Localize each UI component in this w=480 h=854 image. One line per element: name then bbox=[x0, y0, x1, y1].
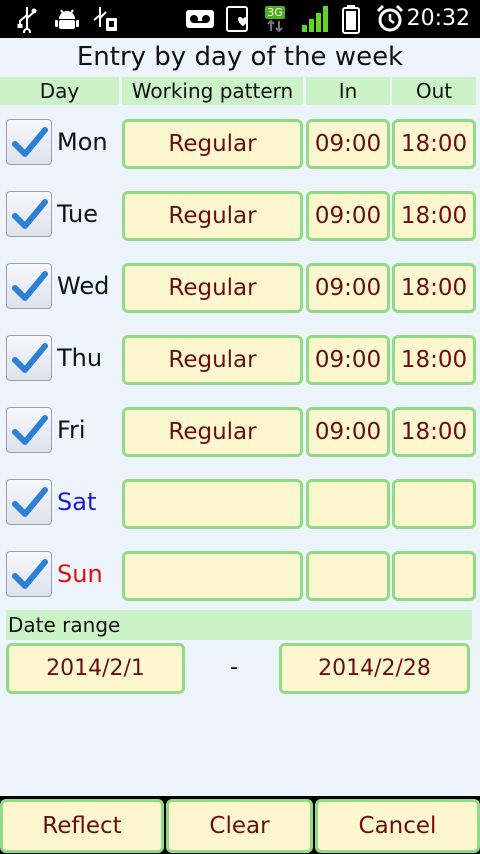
battery-icon bbox=[338, 0, 364, 38]
alarm-icon bbox=[374, 0, 406, 38]
end-date-button[interactable]: 2014/2/28 bbox=[279, 643, 470, 694]
header-out: Out bbox=[392, 77, 476, 105]
reflect-button[interactable]: Reflect bbox=[0, 799, 164, 853]
day-checkbox-6[interactable] bbox=[6, 551, 52, 597]
day-checkbox-4[interactable] bbox=[6, 407, 52, 453]
header-in: In bbox=[306, 77, 390, 105]
working-pattern-button-sat[interactable] bbox=[122, 479, 303, 529]
day-label-tue: Tue bbox=[57, 200, 98, 228]
working-pattern-button-mon[interactable]: Regular bbox=[122, 119, 303, 169]
voicemail-icon bbox=[184, 0, 216, 38]
start-date-button[interactable]: 2014/2/1 bbox=[6, 643, 185, 694]
checkmark-icon bbox=[12, 199, 48, 229]
checkmark-icon bbox=[12, 559, 48, 589]
date-range-separator: - bbox=[230, 655, 238, 680]
in-time-button-sun[interactable] bbox=[306, 551, 390, 601]
in-time-button-fri[interactable]: 09:00 bbox=[306, 407, 390, 457]
day-checkbox-0[interactable] bbox=[6, 119, 52, 165]
in-time-button-mon[interactable]: 09:00 bbox=[306, 119, 390, 169]
notification-heart-icon bbox=[224, 0, 254, 38]
day-checkbox-5[interactable] bbox=[6, 479, 52, 525]
working-pattern-button-tue[interactable]: Regular bbox=[122, 191, 303, 241]
working-pattern-button-fri[interactable]: Regular bbox=[122, 407, 303, 457]
day-label-sat: Sat bbox=[57, 488, 97, 516]
day-label-thu: Thu bbox=[57, 344, 103, 372]
usb-icon bbox=[14, 0, 40, 38]
checkmark-icon bbox=[12, 127, 48, 157]
status-bar: 3G 20:32 bbox=[0, 0, 480, 38]
in-time-button-thu[interactable]: 09:00 bbox=[306, 335, 390, 385]
out-time-button-sun[interactable] bbox=[392, 551, 476, 601]
date-range-label: Date range bbox=[6, 610, 472, 640]
network-3g-icon: 3G bbox=[260, 0, 290, 38]
working-pattern-button-thu[interactable]: Regular bbox=[122, 335, 303, 385]
signal-icon bbox=[298, 0, 332, 38]
clear-button[interactable]: Clear bbox=[166, 799, 313, 853]
out-time-button-fri[interactable]: 18:00 bbox=[392, 407, 476, 457]
day-label-wed: Wed bbox=[57, 272, 110, 300]
header-day: Day bbox=[0, 77, 119, 105]
out-time-button-sat[interactable] bbox=[392, 479, 476, 529]
out-time-button-tue[interactable]: 18:00 bbox=[392, 191, 476, 241]
day-label-fri: Fri bbox=[57, 416, 86, 444]
in-time-button-sat[interactable] bbox=[306, 479, 390, 529]
cancel-button[interactable]: Cancel bbox=[315, 799, 480, 853]
checkmark-icon bbox=[12, 415, 48, 445]
day-checkbox-1[interactable] bbox=[6, 191, 52, 237]
usb-storage-icon bbox=[90, 0, 120, 38]
out-time-button-wed[interactable]: 18:00 bbox=[392, 263, 476, 313]
working-pattern-button-wed[interactable]: Regular bbox=[122, 263, 303, 313]
day-checkbox-2[interactable] bbox=[6, 263, 52, 309]
header-working-pattern: Working pattern bbox=[122, 77, 303, 105]
out-time-button-thu[interactable]: 18:00 bbox=[392, 335, 476, 385]
android-debug-icon bbox=[52, 0, 82, 38]
page-title: Entry by day of the week bbox=[76, 42, 404, 72]
out-time-button-mon[interactable]: 18:00 bbox=[392, 119, 476, 169]
checkmark-icon bbox=[12, 271, 48, 301]
working-pattern-button-sun[interactable] bbox=[122, 551, 303, 601]
network-label: 3G bbox=[265, 5, 285, 19]
day-label-sun: Sun bbox=[57, 560, 103, 588]
day-label-mon: Mon bbox=[57, 128, 108, 156]
in-time-button-wed[interactable]: 09:00 bbox=[306, 263, 390, 313]
checkmark-icon bbox=[12, 487, 48, 517]
day-checkbox-3[interactable] bbox=[6, 335, 52, 381]
in-time-button-tue[interactable]: 09:00 bbox=[306, 191, 390, 241]
checkmark-icon bbox=[12, 343, 48, 373]
status-time: 20:32 bbox=[406, 6, 470, 31]
